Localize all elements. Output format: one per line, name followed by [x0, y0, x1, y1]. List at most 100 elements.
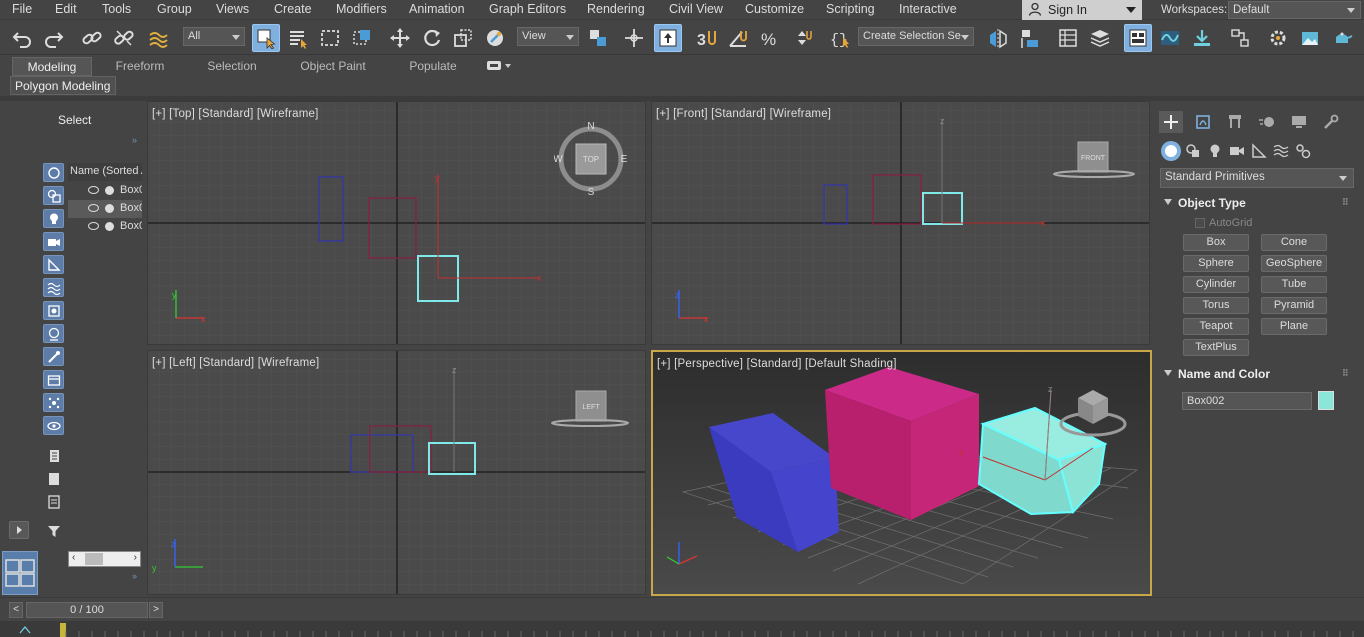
create-cylinder-button[interactable]: Cylinder: [1183, 276, 1249, 293]
viewport-front[interactable]: z x z x [+] [Front] [Standard] [Wirefram…: [651, 101, 1150, 345]
viewport-perspective[interactable]: z y [+] [Perspective] [Standard] [Defaul…: [651, 350, 1152, 596]
menu-interactive[interactable]: Interactive: [899, 2, 957, 16]
viewport-left[interactable]: z z y [+] [Left] [Standard] [Wireframe] …: [147, 350, 646, 595]
select-by-name-button[interactable]: [284, 24, 312, 52]
create-textplus-button[interactable]: TextPlus: [1183, 339, 1249, 356]
scroll-left-icon[interactable]: ‹: [72, 552, 75, 563]
spinner-snap-button[interactable]: [788, 24, 816, 52]
curve-editor-button[interactable]: [1156, 24, 1184, 52]
tab-hierarchy[interactable]: [1223, 111, 1247, 133]
tab-modeling[interactable]: Modeling: [12, 57, 92, 76]
viewport-top-label[interactable]: [+] [Top] [Standard] [Wireframe]: [152, 108, 319, 120]
visibility-eye-icon[interactable]: [88, 222, 99, 230]
menu-views[interactable]: Views: [216, 2, 249, 16]
expand-panel-button[interactable]: [9, 521, 29, 539]
create-box-button[interactable]: Box: [1183, 234, 1249, 251]
sign-in-button[interactable]: Sign In: [1022, 0, 1142, 20]
rectangle-selection-button[interactable]: [316, 24, 344, 52]
select-object-button[interactable]: [252, 24, 280, 52]
category-space-warps[interactable]: [1271, 141, 1291, 161]
filter-helpers-button[interactable]: [43, 255, 64, 274]
tab-utilities[interactable]: [1319, 111, 1343, 133]
category-cameras[interactable]: [1227, 141, 1247, 161]
schematic-view-button[interactable]: [1188, 24, 1216, 52]
name-color-rollout-header[interactable]: Name and Color ⠿: [1160, 366, 1352, 384]
menu-scripting[interactable]: Scripting: [826, 2, 875, 16]
visibility-eye-icon[interactable]: [88, 186, 99, 194]
filter-bones-button[interactable]: [43, 347, 64, 366]
scene-list-button[interactable]: [43, 446, 64, 465]
menu-customize[interactable]: Customize: [745, 2, 804, 16]
filter-containers-button[interactable]: [43, 370, 64, 389]
create-plane-button[interactable]: Plane: [1261, 318, 1327, 335]
create-pyramid-button[interactable]: Pyramid: [1261, 297, 1327, 314]
filter-lights-button[interactable]: [43, 209, 64, 228]
align-button[interactable]: [1016, 24, 1044, 52]
scene-select-menu[interactable]: Select: [58, 113, 91, 127]
create-geosphere-button[interactable]: GeoSphere: [1261, 255, 1327, 272]
time-prev-button[interactable]: <: [9, 602, 23, 618]
tab-display[interactable]: [1287, 111, 1311, 133]
create-sphere-button[interactable]: Sphere: [1183, 255, 1249, 272]
link-button[interactable]: [78, 24, 106, 52]
workspace-dropdown[interactable]: Default: [1228, 1, 1361, 19]
viewport-layout-button[interactable]: [2, 551, 38, 595]
menu-edit[interactable]: Edit: [55, 2, 77, 16]
scene-row[interactable]: Box0: [68, 182, 142, 200]
category-geometry[interactable]: [1161, 141, 1181, 161]
percent-snap-button[interactable]: %: [756, 24, 784, 52]
undo-button[interactable]: [8, 24, 36, 52]
selection-filter-dropdown[interactable]: All: [183, 27, 245, 46]
track-bar[interactable]: [0, 621, 1364, 637]
tab-freeform[interactable]: Freeform: [100, 57, 180, 76]
create-teapot-button[interactable]: Teapot: [1183, 318, 1249, 335]
viewport-top[interactable]: y x y x [+] [Top] [Standard] [Wireframe]…: [147, 101, 646, 345]
scrollbar-thumb[interactable]: [85, 553, 103, 565]
checkbox-box[interactable]: [1195, 218, 1205, 228]
rendered-frame-window-button[interactable]: [1296, 24, 1324, 52]
category-lights[interactable]: [1205, 141, 1225, 161]
tab-object-paint[interactable]: Object Paint: [288, 57, 378, 76]
ribbon-toggle-button[interactable]: [1124, 24, 1152, 52]
create-tube-button[interactable]: Tube: [1261, 276, 1327, 293]
render-production-button[interactable]: [1328, 24, 1356, 52]
menu-create[interactable]: Create: [274, 2, 312, 16]
freeze-dot-icon[interactable]: [105, 186, 114, 195]
material-editor-button[interactable]: [1226, 24, 1254, 52]
menu-group[interactable]: Group: [157, 2, 192, 16]
filter-geometry-button[interactable]: [43, 163, 64, 182]
scene-notes-button[interactable]: [43, 492, 64, 511]
filter-particles-button[interactable]: [43, 393, 64, 412]
reference-coordinate-dropdown[interactable]: View: [517, 27, 579, 46]
scene-filter-button[interactable]: [43, 521, 64, 540]
display-all-button[interactable]: [43, 416, 64, 435]
front-viewcube[interactable]: FRONT: [1052, 138, 1136, 182]
object-color-swatch[interactable]: [1318, 391, 1334, 410]
freeze-dot-icon[interactable]: [105, 204, 114, 213]
scene-blank-button[interactable]: [43, 469, 64, 488]
menu-graph-editors[interactable]: Graph Editors: [489, 2, 566, 16]
select-manipulate-button[interactable]: [620, 24, 648, 52]
category-systems[interactable]: [1293, 141, 1313, 161]
bind-space-warp-button[interactable]: [144, 24, 172, 52]
menu-animation[interactable]: Animation: [409, 2, 465, 16]
tab-motion[interactable]: [1255, 111, 1279, 133]
angle-snap-button[interactable]: [724, 24, 752, 52]
freeze-dot-icon[interactable]: [105, 222, 114, 231]
scene-row-selected[interactable]: Box0: [68, 200, 142, 218]
create-torus-button[interactable]: Torus: [1183, 297, 1249, 314]
menu-file[interactable]: File: [12, 2, 32, 16]
keyboard-shortcut-override-button[interactable]: [654, 24, 682, 52]
tab-selection[interactable]: Selection: [192, 57, 272, 76]
tab-populate[interactable]: Populate: [392, 57, 474, 76]
filter-space-warps-button[interactable]: [43, 278, 64, 297]
named-selection-dropdown[interactable]: Create Selection Se: [858, 27, 974, 46]
menu-modifiers[interactable]: Modifiers: [336, 2, 387, 16]
filter-groups-button[interactable]: [43, 301, 64, 320]
compass-viewcube[interactable]: TOP N S W E: [554, 119, 628, 199]
tab-polygon-modeling[interactable]: Polygon Modeling: [10, 76, 116, 95]
time-next-button[interactable]: >: [149, 602, 163, 618]
create-cone-button[interactable]: Cone: [1261, 234, 1327, 251]
filter-shapes-button[interactable]: [43, 186, 64, 205]
scene-column-header[interactable]: Name (Sorted A: [68, 163, 142, 181]
